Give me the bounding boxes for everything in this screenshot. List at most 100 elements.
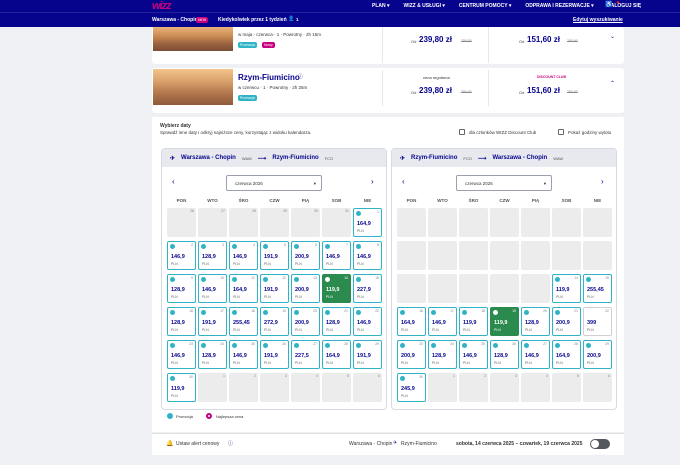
- calendar-day[interactable]: 29 191,9 PLN: [353, 340, 382, 369]
- calendar-day[interactable]: 24 128,9 PLN: [198, 340, 227, 369]
- calendar-day[interactable]: 10 146,9 PLN: [198, 274, 227, 303]
- fare-club[interactable]: Od 151,60 zł 255,80: [488, 27, 594, 63]
- destination-card-1[interactable]: w maja - czerwca · 1 · Powrotny · 2h 15m…: [152, 27, 624, 64]
- day-number: 29: [375, 342, 379, 346]
- chevron-down-icon[interactable]: ⌄: [610, 33, 615, 40]
- info-icon[interactable]: ⓘ: [298, 73, 303, 80]
- month-select[interactable]: czerwca 2026 ▾: [456, 175, 552, 191]
- calendar-day[interactable]: 14 119,9 PLN: [552, 274, 581, 303]
- next-month-icon[interactable]: ›: [371, 177, 374, 186]
- fare-regular[interactable]: Od 239,80 zł 255,80: [382, 27, 488, 63]
- weekday-label: PIĄ: [531, 198, 540, 203]
- day-price: 200,9: [295, 254, 309, 260]
- calendar-day[interactable]: 21 200,9 PLN: [552, 307, 581, 336]
- calendar-day[interactable]: 16 128,9 PLN: [167, 307, 196, 336]
- currency-label: PLN: [556, 328, 563, 332]
- calendar-day[interactable]: 29 200,9 PLN: [583, 340, 612, 369]
- calendar-day[interactable]: 26 191,9 PLN: [260, 340, 289, 369]
- calendar-day[interactable]: 5 191,9 PLN: [260, 241, 289, 270]
- nav-plan[interactable]: PLAN ▾: [372, 3, 390, 9]
- day-price: 200,9: [401, 353, 415, 359]
- calendar-day[interactable]: 25 146,9 PLN: [459, 340, 488, 369]
- calendar-day[interactable]: 1 164,9 PLN: [353, 208, 382, 237]
- promo-icon: [586, 343, 591, 348]
- prev-month-icon[interactable]: ‹: [172, 177, 175, 186]
- calendar-day[interactable]: 23 146,9 PLN: [167, 340, 196, 369]
- info-icon[interactable]: ⓘ: [228, 440, 233, 447]
- calendar-day[interactable]: 30 245,9 PLN: [397, 373, 426, 402]
- promo-icon: [263, 244, 268, 249]
- chevron-up-icon[interactable]: ⌃: [610, 80, 615, 87]
- price-alert-label[interactable]: Ustaw alert cenowy: [176, 441, 219, 447]
- calendar-day[interactable]: 17 146,9 PLN: [428, 307, 457, 336]
- calendar-day[interactable]: 24 128,9 PLN: [428, 340, 457, 369]
- nav-login[interactable]: ZALOGUJ SIĘ: [608, 3, 641, 9]
- day-price: 146,9: [171, 353, 185, 359]
- calendar-day[interactable]: 22 399 PLN: [583, 307, 612, 336]
- calendar-day[interactable]: 28 164,9 PLN: [552, 340, 581, 369]
- calendar-day[interactable]: 7 146,9 PLN: [322, 241, 351, 270]
- fare-regular[interactable]: cena regularna Od 239,80 zł 255,80: [382, 70, 488, 106]
- nav-checkin[interactable]: ODPRAWA I REZERWACJE ▾: [525, 3, 593, 9]
- currency-label: PLN: [171, 328, 178, 332]
- accessibility-icon[interactable]: ♿: [605, 1, 612, 8]
- calendar-day[interactable]: 30 119,9 PLN: [167, 373, 196, 402]
- promo-icon: [400, 376, 405, 381]
- edit-search-link[interactable]: Edytuj wyszukiwanie: [573, 17, 623, 23]
- day-number: 29: [605, 342, 609, 346]
- calendar-day[interactable]: 27 227,5 PLN: [291, 340, 320, 369]
- calendar-day: [490, 208, 519, 237]
- next-month-icon[interactable]: ›: [601, 177, 604, 186]
- price-alert-toggle[interactable]: [590, 439, 610, 449]
- calendar-day[interactable]: 20 128,9 PLN: [521, 307, 550, 336]
- day-number: 15: [375, 276, 379, 280]
- show-times-checkbox[interactable]: [558, 129, 564, 135]
- day-number: 11: [251, 276, 255, 280]
- destination-title[interactable]: Rzym-Fiumicino: [238, 73, 300, 82]
- prev-month-icon[interactable]: ‹: [402, 177, 405, 186]
- calendar-day[interactable]: 13 200,9 PLN: [291, 274, 320, 303]
- calendar-day[interactable]: 3 128,9 PLN: [198, 241, 227, 270]
- calendar-day[interactable]: 26 128,9 PLN: [490, 340, 519, 369]
- club-checkbox[interactable]: [459, 129, 465, 135]
- calendar-day[interactable]: 6 200,9 PLN: [291, 241, 320, 270]
- calendar-day[interactable]: 27 146,9 PLN: [521, 340, 550, 369]
- day-price: 255,45: [233, 320, 250, 326]
- calendar-day[interactable]: 22 146,9 PLN: [353, 307, 382, 336]
- day-number: 24: [220, 342, 224, 346]
- day-number: 2: [191, 243, 193, 247]
- calendar-day: 30: [291, 208, 320, 237]
- calendar-day[interactable]: 2 146,9 PLN: [167, 241, 196, 270]
- calendar-day[interactable]: 15 227,9 PLN: [353, 274, 382, 303]
- calendar-day[interactable]: 28 164,9 PLN: [322, 340, 351, 369]
- calendar-day[interactable]: 9 128,9 PLN: [167, 274, 196, 303]
- day-number: 14: [344, 276, 348, 280]
- language-flag-icon[interactable]: ●: [616, 0, 620, 6]
- calendar-day[interactable]: 23 200,9 PLN: [397, 340, 426, 369]
- calendar-day[interactable]: 18 255,45 PLN: [229, 307, 258, 336]
- calendar-day[interactable]: 25 146,9 PLN: [229, 340, 258, 369]
- calendar-day[interactable]: 14 119,9 PLN: [322, 274, 351, 303]
- destination-card-2[interactable]: Rzym-Fiumicino ⓘ w czerwcu · 1 · Powrotn…: [152, 68, 624, 113]
- calendar-day[interactable]: 11 164,9 PLN: [229, 274, 258, 303]
- calendar-day[interactable]: 4 146,9 PLN: [229, 241, 258, 270]
- check-icon: [325, 277, 330, 282]
- nav-help[interactable]: CENTRUM POMOCY ▾: [459, 3, 511, 9]
- calendar-day[interactable]: 17 191,9 PLN: [198, 307, 227, 336]
- calendar-day[interactable]: 12 191,9 PLN: [260, 274, 289, 303]
- calendar-day[interactable]: 20 200,9 PLN: [291, 307, 320, 336]
- calendar-day[interactable]: 15 255,45 PLN: [583, 274, 612, 303]
- calendar-day[interactable]: 18 119,9 PLN: [459, 307, 488, 336]
- month-select[interactable]: czerwca 2026 ▾: [226, 175, 322, 191]
- calendar-day[interactable]: 16 164,9 PLN: [397, 307, 426, 336]
- currency-label: PLN: [401, 361, 408, 365]
- calendar-day: 2: [229, 373, 258, 402]
- calendar-day[interactable]: 19 272,9 PLN: [260, 307, 289, 336]
- currency-label: PLN: [202, 328, 209, 332]
- calendar-day[interactable]: 19 119,9 PLN: [490, 307, 519, 336]
- calendar-day[interactable]: 21 128,9 PLN: [322, 307, 351, 336]
- wizz-logo[interactable]: wizz: [152, 0, 172, 12]
- calendar-day[interactable]: 8 146,9 PLN: [353, 241, 382, 270]
- nav-services[interactable]: WIZZ & USŁUGI ▾: [404, 3, 445, 9]
- fare-club[interactable]: DISCOUNT CLUB Od 151,60 zł 255,80: [488, 70, 594, 106]
